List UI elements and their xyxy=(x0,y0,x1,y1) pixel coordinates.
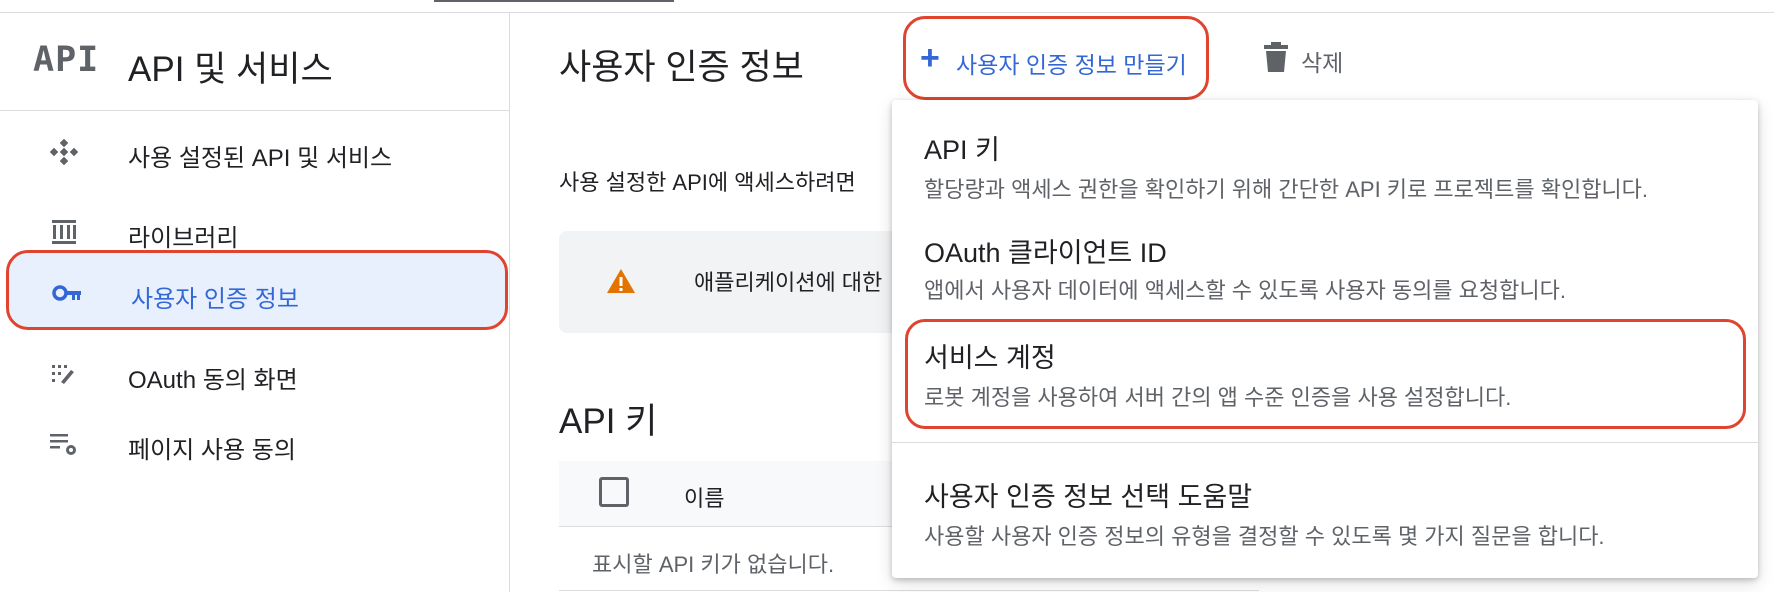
select-all-checkbox[interactable] xyxy=(599,477,629,507)
top-tab-indicator xyxy=(434,0,674,2)
delete-label: 삭제 xyxy=(1301,50,1344,76)
sidebar-item-label: 사용자 인증 정보 xyxy=(131,286,299,313)
sidebar-item-credentials[interactable]: 사용자 인증 정보 xyxy=(6,250,508,330)
consent-screen-icon xyxy=(52,365,74,384)
plus-icon: + xyxy=(920,39,940,77)
top-bar xyxy=(0,0,1774,13)
trash-icon xyxy=(1264,42,1288,72)
menu-item-help-me-choose[interactable]: 사용자 인증 정보 선택 도움말 사용할 사용자 인증 정보의 유형을 결정할 … xyxy=(892,443,1758,573)
sidebar-item-page-usage[interactable]: 페이지 사용 동의 xyxy=(0,408,510,480)
sidebar: API API 및 서비스 사용 설정된 API 및 서비스 라이브러리 사용자… xyxy=(0,13,510,592)
library-icon xyxy=(52,220,76,244)
menu-item-description: 할당량과 액세스 권한을 확인하기 위해 간단한 API 키로 프로젝트를 확인… xyxy=(924,177,1649,202)
sidebar-item-label: 페이지 사용 동의 xyxy=(128,437,296,464)
menu-item-description: 사용할 사용자 인증 정보의 유형을 결정할 수 있도록 몇 가지 질문을 합니… xyxy=(924,524,1605,549)
sidebar-header: API API 및 서비스 xyxy=(0,13,510,111)
menu-item-description: 로봇 계정을 사용하여 서버 간의 앱 수준 인증을 사용 설정합니다. xyxy=(924,385,1512,410)
warning-text: 애플리케이션에 대한 xyxy=(694,270,883,295)
page-title: 사용자 인증 정보 xyxy=(559,48,804,87)
api-diamond-icon xyxy=(49,138,79,166)
api-logo: API xyxy=(33,40,100,80)
menu-item-title: 사용자 인증 정보 선택 도움말 xyxy=(924,482,1253,512)
sidebar-item-label: 라이브러리 xyxy=(128,225,239,252)
sidebar-item-label: OAuth 동의 화면 xyxy=(128,367,298,394)
menu-item-api-key[interactable]: API 키 할당량과 액세스 권한을 확인하기 위해 간단한 API 키로 프로… xyxy=(892,100,1758,205)
warning-icon xyxy=(607,269,635,293)
create-credentials-menu: API 키 할당량과 액세스 권한을 확인하기 위해 간단한 API 키로 프로… xyxy=(892,100,1758,578)
sidebar-item-oauth-consent[interactable]: OAuth 동의 화면 xyxy=(0,338,510,410)
intro-text: 사용 설정한 API에 액세스하려면 xyxy=(559,170,856,195)
create-credentials-button[interactable]: + 사용자 인증 정보 만들기 xyxy=(903,16,1209,100)
column-name[interactable]: 이름 xyxy=(684,481,724,513)
menu-item-description: 앱에서 사용자 데이터에 액세스할 수 있도록 사용자 동의를 요청합니다. xyxy=(924,278,1566,303)
menu-item-oauth-client-id[interactable]: OAuth 클라이언트 ID 앱에서 사용자 데이터에 액세스할 수 있도록 사… xyxy=(892,205,1758,305)
menu-item-title: 서비스 계정 xyxy=(924,343,1056,373)
empty-message: 표시할 API 키가 없습니다. xyxy=(592,552,835,577)
menu-item-title: API 키 xyxy=(924,135,1000,165)
sidebar-title[interactable]: API 및 서비스 xyxy=(128,41,333,92)
create-credentials-label: 사용자 인증 정보 만들기 xyxy=(956,52,1187,78)
sidebar-item-enabled-apis[interactable]: 사용 설정된 API 및 서비스 xyxy=(0,116,510,188)
api-keys-heading: API 키 xyxy=(559,402,658,441)
key-icon xyxy=(52,285,81,301)
sidebar-item-label: 사용 설정된 API 및 서비스 xyxy=(128,145,393,172)
menu-item-title: OAuth 클라이언트 ID xyxy=(924,238,1167,268)
page-settings-icon xyxy=(50,434,76,455)
menu-item-service-account[interactable]: 서비스 계정 로봇 계정을 사용하여 서버 간의 앱 수준 인증을 사용 설정합… xyxy=(905,319,1746,429)
